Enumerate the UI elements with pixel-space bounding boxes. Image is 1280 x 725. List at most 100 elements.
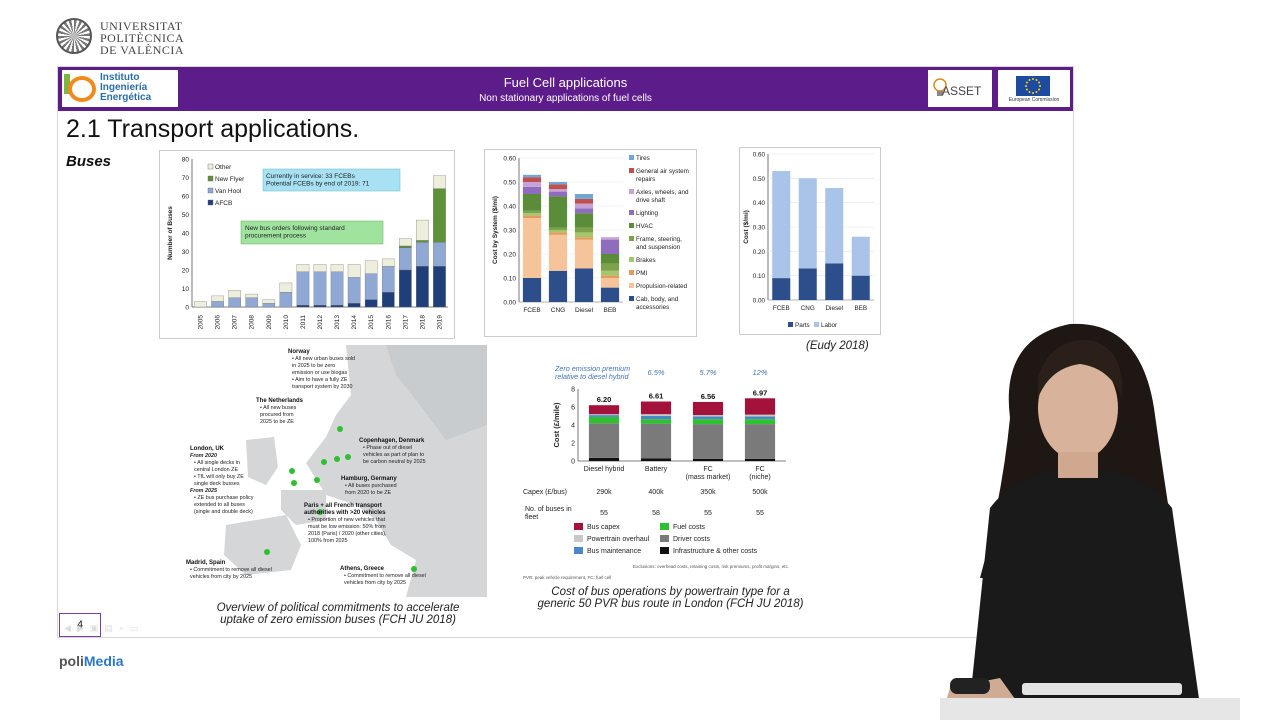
bar-segment	[574, 227, 594, 233]
capex-value: 400k	[648, 489, 664, 496]
bar-segment	[347, 264, 361, 278]
premium-header: relative to diesel hybrid	[555, 372, 630, 381]
premium-label: 12%	[752, 368, 767, 377]
bar-segment	[548, 230, 568, 233]
bar-segment	[548, 196, 568, 228]
legend-label: Parts	[795, 322, 810, 329]
map-caption: Overview of political commitments to acc…	[216, 602, 460, 626]
y-tick-label: 6	[571, 405, 575, 412]
bar-segment	[245, 293, 259, 298]
bar-segment	[851, 236, 870, 276]
eu-star-icon	[1025, 88, 1028, 91]
y-tick-label: 0.30	[503, 228, 516, 235]
legend-label: Bus capex	[587, 524, 620, 531]
map-note-line: • TfL will only buy ZE	[194, 474, 244, 480]
eu-star-icon	[1028, 91, 1031, 94]
x-tick-label: 2017	[402, 315, 409, 330]
asset-text: ASSET	[942, 84, 982, 98]
slide-banner: Instituto Ingeniería Energética Fuel Cel…	[58, 67, 1073, 111]
x-tick-label: 2016	[385, 315, 392, 330]
x-tick-label: 2013	[334, 315, 341, 330]
map-note-line: • Proportion of new vehicles that	[308, 517, 386, 523]
bar-segment	[416, 240, 429, 243]
capex-value: 290k	[596, 489, 612, 496]
map-note-line: be carbon neutral by 2025	[363, 459, 426, 465]
y-tick-label: 0.20	[753, 249, 766, 256]
map-note-line: • Commitment to remove all diesel	[190, 567, 272, 573]
x-tick-label: BEB	[603, 307, 616, 314]
bar-segment	[772, 278, 791, 300]
y-tick-label: 0.30	[753, 225, 766, 232]
y-tick-label: 0.50	[503, 180, 516, 187]
premium-label: 6.5%	[647, 368, 664, 377]
map-note-line: central London ZE	[194, 467, 238, 473]
bar-segment	[640, 458, 672, 461]
legend-label: Van Hool	[215, 188, 242, 195]
x-tick-label: FCEB	[773, 305, 790, 312]
bar-segment	[588, 415, 620, 417]
legend-label: Brakes	[636, 257, 656, 264]
bar-segment	[744, 458, 776, 461]
legend-label: General air system	[636, 168, 689, 175]
fleet-value: 58	[652, 510, 660, 517]
legend-swatch	[629, 210, 634, 215]
eu-star-icon	[1025, 81, 1028, 84]
bar-segment	[574, 194, 594, 199]
bar-segment	[381, 266, 395, 293]
bar-segment	[313, 304, 327, 308]
y-tick-label: 4	[571, 423, 575, 430]
bar-segment	[744, 419, 776, 425]
bar-segment	[798, 178, 817, 269]
london-cost-svg: 0 2 4 6 8 Cost (£/mile) Diesel hybrid 6.20 Batte…	[523, 364, 789, 580]
bar-segment	[692, 419, 724, 425]
legend-label: Frame, steering,	[636, 236, 682, 243]
legend-label: drive shaft	[636, 197, 665, 204]
bar-segment	[330, 271, 344, 306]
cost-caption: Cost of bus operations by powertrain typ…	[537, 586, 804, 610]
bar-segment	[548, 182, 568, 185]
bar-segment	[228, 290, 241, 298]
x-tick-label: FC	[755, 466, 764, 473]
bar-segment	[330, 264, 344, 272]
land-iberia	[224, 515, 301, 575]
x-tick-label: 2010	[283, 315, 290, 330]
map-note-title: Madrid, Spain	[186, 560, 226, 566]
legend-label: repairs	[636, 176, 655, 183]
bar-segment	[347, 277, 361, 304]
eu-flag-icon	[1016, 76, 1050, 96]
x-tick-label: BEB	[854, 305, 867, 312]
map-note-line: • All single decks in	[194, 460, 240, 466]
legend-label: accessories	[636, 304, 669, 311]
bar-segment	[640, 416, 672, 420]
city-marker	[334, 456, 340, 462]
fleet-value: 55	[704, 510, 712, 517]
x-tick-label: 2007	[232, 315, 239, 330]
bar-segment	[600, 278, 620, 288]
y-tick-label: 70	[182, 175, 190, 182]
bar-segment	[574, 268, 594, 302]
legend-swatch	[629, 223, 634, 228]
slide-nav-controls[interactable]: ◀▶▣▤⌕▭	[64, 623, 144, 634]
europe-map-figure: Norway • All new urban buses sold in 2025…	[186, 345, 487, 597]
y-tick-label: 2	[571, 441, 575, 448]
cost-by-system-svg: 0.00 0.10 0.20 0.30 0.40 0.50 0.60 Cost by Syst…	[492, 155, 689, 314]
map-note-line: • All new buses	[260, 405, 297, 411]
y-tick-label: 0.00	[503, 300, 516, 307]
slide-title: 2.1 Transport applications.	[66, 115, 360, 143]
x-tick-label: 2015	[368, 315, 375, 330]
bar-segment	[588, 405, 620, 415]
legend-swatch	[207, 163, 214, 170]
x-tick-label: 2012	[317, 315, 324, 330]
map-note-line: transport system by 2030	[292, 384, 353, 390]
city-marker	[291, 480, 297, 486]
legend-swatch	[660, 523, 669, 530]
bar-segment	[574, 203, 594, 209]
annotation-text-orders: New bus orders following standard	[245, 225, 345, 232]
eudy-citation: (Eudy 2018)	[806, 340, 869, 352]
bar-segment	[825, 263, 844, 300]
bar-segment	[744, 414, 776, 417]
legend-swatch	[629, 168, 634, 173]
europe-map-svg: Norway• All new urban buses sold in 2025…	[186, 345, 487, 597]
map-note-line: 2025 to be ZE	[260, 419, 294, 425]
map-note-title: London, UK	[190, 446, 225, 452]
